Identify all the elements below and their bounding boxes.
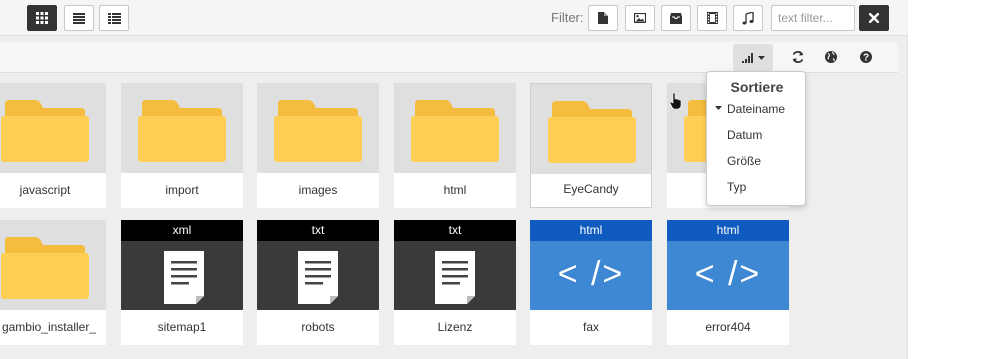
sort-option-date[interactable]: Datum (727, 128, 762, 142)
file-tile-selected[interactable]: EyeCandy (530, 83, 652, 208)
code-icon: < /> (557, 255, 625, 293)
file-name: sitemap1 (157, 320, 207, 334)
close-icon (869, 13, 879, 23)
file-tile[interactable]: html (394, 83, 516, 208)
file-type-badge: html (530, 220, 652, 241)
grid-view-button[interactable] (27, 5, 57, 31)
signal-bars-icon (741, 52, 753, 63)
filter-images-button[interactable] (625, 5, 655, 31)
filter-documents-button[interactable] (588, 5, 618, 31)
folder-icon (1, 237, 89, 299)
file-tile[interactable]: javascript (0, 83, 106, 208)
file-name: error404 (705, 320, 751, 334)
chevron-down-icon (757, 55, 765, 60)
image-icon (634, 13, 646, 23)
sort-dropdown-menu: Sortiere Dateiname Datum Größe Typ (706, 71, 806, 206)
file-tile[interactable]: txt robots (257, 220, 379, 345)
file-tile[interactable]: html < /> fax (530, 220, 652, 345)
text-filter-input[interactable] (771, 5, 855, 31)
music-icon (742, 11, 754, 24)
svg-text:?: ? (863, 53, 869, 64)
file-name: gambio_installer_ (1, 320, 96, 334)
folder-icon (138, 100, 226, 162)
file-type-badge: txt (394, 220, 516, 241)
refresh-icon[interactable] (791, 50, 805, 64)
sort-option-filename[interactable]: Dateiname (727, 102, 785, 116)
globe-icon[interactable] (824, 50, 838, 64)
grid-view-icon (36, 12, 48, 24)
folder-icon (548, 101, 636, 163)
folder-icon (411, 100, 499, 162)
columns-view-button[interactable] (99, 5, 129, 31)
hand-cursor-icon (670, 93, 682, 109)
filter-videos-button[interactable] (697, 5, 727, 31)
file-name: html (443, 183, 467, 197)
caret-down-icon (715, 106, 722, 110)
columns-view-icon (107, 12, 121, 24)
file-name: images (298, 183, 338, 197)
file-tile[interactable]: html < /> error404 (667, 220, 789, 345)
video-icon (706, 12, 718, 24)
file-type-badge: txt (257, 220, 379, 241)
help-icon[interactable]: ? (859, 50, 873, 64)
filter-music-button[interactable] (733, 5, 763, 31)
archive-icon (670, 12, 682, 24)
top-toolbar: Filter: (0, 0, 908, 36)
folder-icon (274, 100, 362, 162)
text-document-icon (298, 251, 338, 304)
folder-icon (1, 100, 89, 162)
sort-dropdown-button[interactable] (733, 44, 773, 71)
file-name: Lizenz (437, 320, 473, 334)
sort-option-type[interactable]: Typ (727, 180, 746, 194)
file-tile[interactable]: import (121, 83, 243, 208)
text-document-icon (164, 251, 204, 304)
file-name: import (165, 183, 199, 197)
text-document-icon (435, 251, 475, 304)
filter-archives-button[interactable] (661, 5, 691, 31)
document-icon (598, 12, 608, 24)
file-type-badge: html (667, 220, 789, 241)
file-type-badge: xml (121, 220, 243, 241)
file-name: fax (582, 320, 599, 334)
code-icon: < /> (694, 255, 762, 293)
file-name: javascript (19, 183, 71, 197)
file-name: robots (301, 320, 335, 334)
file-tile[interactable]: xml sitemap1 (121, 220, 243, 345)
clear-filter-button[interactable] (859, 5, 889, 31)
list-view-icon (73, 12, 85, 24)
sort-option-size[interactable]: Größe (727, 154, 761, 168)
file-tile[interactable]: gambio_installer_ (0, 220, 106, 345)
file-tile[interactable]: txt Lizenz (394, 220, 516, 345)
file-manager: Filter: ? javascript (0, 0, 908, 359)
file-name: EyeCandy (563, 182, 619, 196)
list-view-button[interactable] (64, 5, 94, 31)
sort-menu-title: Sortiere (730, 79, 784, 95)
filter-label: Filter: (551, 10, 584, 25)
file-tile[interactable]: images (257, 83, 379, 208)
file-list-toolbar: ? (0, 42, 898, 73)
